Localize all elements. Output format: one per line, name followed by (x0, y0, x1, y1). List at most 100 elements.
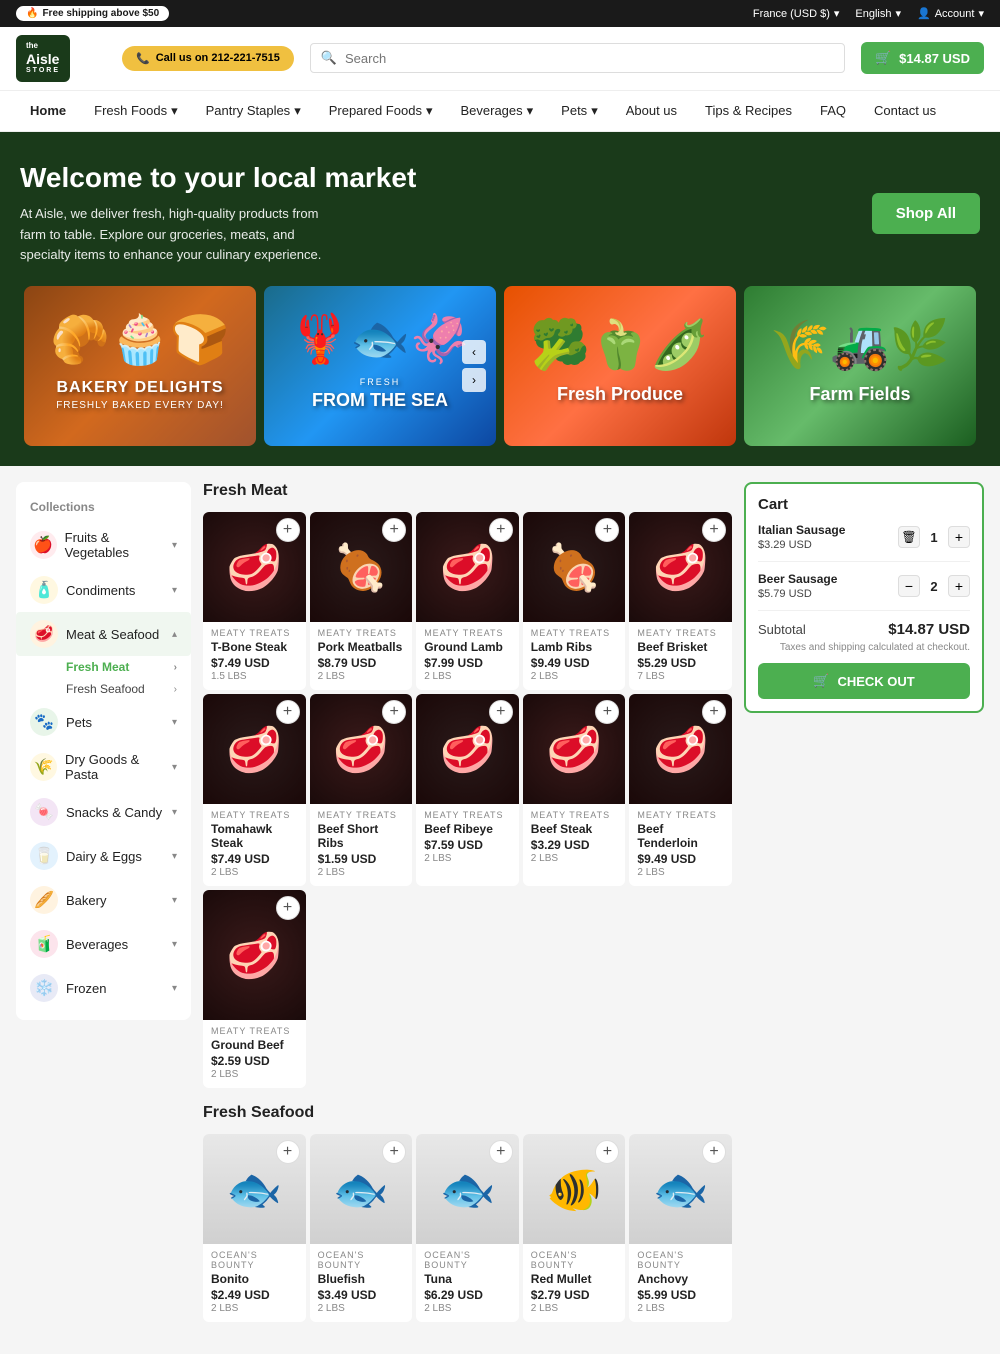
product-card-tomahawk-steak[interactable]: 🥩 + MEATY TREATS Tomahawk Steak $7.49 US… (203, 694, 306, 886)
banner-produce[interactable]: 🥦🫑🫛 Fresh Produce (504, 286, 736, 446)
product-card-ground-lamb[interactable]: 🥩 + MEATY TREATS Ground Lamb $7.99 USD 2… (416, 512, 519, 690)
sidebar-item-dairy-eggs[interactable]: 🥛 Dairy & Eggs ▾ (16, 834, 191, 878)
increase-italian-sausage-button[interactable]: + (948, 526, 970, 548)
banner-section: 🥐🧁🍞 BAKERY DELIGHTS FRESHLY BAKED EVERY … (0, 286, 1000, 466)
cart-qty-beer-sausage: − 2 + (898, 575, 970, 597)
fresh-meat-grid: 🥩 + MEATY TREATS T-Bone Steak $7.49 USD … (203, 512, 732, 1088)
product-card-beef-steak[interactable]: 🥩 + MEATY TREATS Beef Steak $3.29 USD 2 … (523, 694, 626, 886)
cart-item-beer-sausage: Beer Sausage $5.79 USD − 2 + (758, 572, 970, 611)
banner-bakery-title: BAKERY DELIGHTS FRESHLY BAKED EVERY DAY! (46, 368, 234, 422)
sidebar-item-bakery[interactable]: 🥖 Bakery ▾ (16, 878, 191, 922)
fresh-seafood-section: Fresh Seafood 🐟 + OCEAN'S BOUNTY Bonito … (203, 1104, 732, 1322)
sidebar-item-dry-goods[interactable]: 🌾 Dry Goods & Pasta ▾ (16, 744, 191, 790)
hero-description: At Aisle, we deliver fresh, high-quality… (20, 204, 340, 266)
user-icon: 👤 (917, 7, 931, 20)
nav-item-prepared-foods[interactable]: Prepared Foods ▾ (315, 91, 447, 131)
banner-prev-button[interactable]: ‹ (462, 340, 486, 364)
language-selector[interactable]: English ▾ (855, 7, 901, 20)
product-card-tuna[interactable]: 🐟 + OCEAN'S BOUNTY Tuna $6.29 USD 2 LBS (416, 1134, 519, 1322)
banner-sea[interactable]: 🦞🐟🦑 FRESH FROM THE SEA ‹ › (264, 286, 496, 446)
main-nav: Home Fresh Foods ▾ Pantry Staples ▾ Prep… (0, 91, 1000, 132)
sidebar-item-pets[interactable]: 🐾 Pets ▾ (16, 700, 191, 744)
sidebar-item-fruits-vegetables[interactable]: 🍎 Fruits & Vegetables ▾ (16, 522, 191, 568)
add-ground-beef-button[interactable]: + (276, 896, 300, 920)
product-card-tbone-steak[interactable]: 🥩 + MEATY TREATS T-Bone Steak $7.49 USD … (203, 512, 306, 690)
product-card-beef-short-ribs[interactable]: 🥩 + MEATY TREATS Beef Short Ribs $1.59 U… (310, 694, 413, 886)
nav-item-pantry-staples[interactable]: Pantry Staples ▾ (192, 91, 315, 131)
product-card-ground-beef[interactable]: 🥩 + MEATY TREATS Ground Beef $2.59 USD 2… (203, 890, 306, 1088)
nav-item-faq[interactable]: FAQ (806, 91, 860, 131)
nav-item-fresh-foods[interactable]: Fresh Foods ▾ (80, 91, 192, 131)
add-bluefish-button[interactable]: + (382, 1140, 406, 1164)
sidebar-item-meat-seafood[interactable]: 🥩 Meat & Seafood ▴ (16, 612, 191, 656)
product-card-beef-ribeye[interactable]: 🥩 + MEATY TREATS Beef Ribeye $7.59 USD 2… (416, 694, 519, 886)
nav-item-tips[interactable]: Tips & Recipes (691, 91, 806, 131)
free-shipping-badge: 🔥 Free shipping above $50 (16, 6, 169, 21)
sidebar-item-snacks-candy[interactable]: 🍬 Snacks & Candy ▾ (16, 790, 191, 834)
nav-item-contact[interactable]: Contact us (860, 91, 950, 131)
search-input[interactable] (345, 51, 834, 66)
pantry-staples-chevron-icon: ▾ (294, 103, 301, 119)
add-beef-short-ribs-button[interactable]: + (382, 700, 406, 724)
product-card-red-mullet[interactable]: 🐠 + OCEAN'S BOUNTY Red Mullet $2.79 USD … (523, 1134, 626, 1322)
meat-seafood-chevron-icon: ▴ (172, 629, 177, 640)
fresh-meat-section: Fresh Meat 🥩 + MEATY TREATS T-Bone Steak… (203, 482, 732, 1088)
sidebar-subitem-fresh-meat[interactable]: Fresh Meat › (16, 656, 191, 678)
add-anchovy-button[interactable]: + (702, 1140, 726, 1164)
product-card-beef-brisket[interactable]: 🥩 + MEATY TREATS Beef Brisket $5.29 USD … (629, 512, 732, 690)
remove-italian-sausage-button[interactable]: 🗑 (898, 526, 920, 548)
add-tbone-steak-button[interactable]: + (276, 518, 300, 542)
product-card-bonito[interactable]: 🐟 + OCEAN'S BOUNTY Bonito $2.49 USD 2 LB… (203, 1134, 306, 1322)
add-beef-brisket-button[interactable]: + (702, 518, 726, 542)
increase-beer-sausage-button[interactable]: + (948, 575, 970, 597)
add-pork-meatballs-button[interactable]: + (382, 518, 406, 542)
snacks-candy-chevron-icon: ▾ (172, 807, 177, 818)
account-selector[interactable]: 👤 Account ▾ (917, 7, 984, 20)
banner-bakery[interactable]: 🥐🧁🍞 BAKERY DELIGHTS FRESHLY BAKED EVERY … (24, 286, 256, 446)
nav-item-pets[interactable]: Pets ▾ (547, 91, 612, 131)
fresh-seafood-arrow-icon: › (174, 684, 177, 695)
dairy-eggs-chevron-icon: ▾ (172, 851, 177, 862)
add-beef-steak-button[interactable]: + (595, 700, 619, 724)
region-selector[interactable]: France (USD $) ▾ (753, 7, 840, 20)
nav-item-home[interactable]: Home (16, 91, 80, 131)
product-card-pork-meatballs[interactable]: 🍖 + MEATY TREATS Pork Meatballs $8.79 US… (310, 512, 413, 690)
condiments-chevron-icon: ▾ (172, 585, 177, 596)
banner-next-button[interactable]: › (462, 368, 486, 392)
logo[interactable]: the Aisle STORE (16, 35, 106, 82)
add-ground-lamb-button[interactable]: + (489, 518, 513, 542)
beverages-chevron-icon: ▾ (527, 103, 534, 119)
product-card-beef-tenderloin[interactable]: 🥩 + MEATY TREATS Beef Tenderloin $9.49 U… (629, 694, 732, 886)
checkout-button[interactable]: 🛒 CHECK OUT (758, 663, 970, 699)
product-card-bluefish[interactable]: 🐟 + OCEAN'S BOUNTY Bluefish $3.49 USD 2 … (310, 1134, 413, 1322)
decrease-beer-sausage-button[interactable]: − (898, 575, 920, 597)
fresh-meat-title: Fresh Meat (203, 482, 732, 500)
add-bonito-button[interactable]: + (276, 1140, 300, 1164)
product-card-lamb-ribs[interactable]: 🍖 + MEATY TREATS Lamb Ribs $9.49 USD 2 L… (523, 512, 626, 690)
add-beef-tenderloin-button[interactable]: + (702, 700, 726, 724)
add-tomahawk-steak-button[interactable]: + (276, 700, 300, 724)
sidebar-item-condiments[interactable]: 🧴 Condiments ▾ (16, 568, 191, 612)
nav-item-about[interactable]: About us (612, 91, 691, 131)
sidebar: Collections 🍎 Fruits & Vegetables ▾ 🧴 Co… (16, 482, 191, 1020)
add-beef-ribeye-button[interactable]: + (489, 700, 513, 724)
bakery-chevron-icon: ▾ (172, 895, 177, 906)
cart-button[interactable]: 🛒 $14.87 USD (861, 42, 984, 74)
hero-title: Welcome to your local market (20, 162, 416, 194)
product-card-anchovy[interactable]: 🐟 + OCEAN'S BOUNTY Anchovy $5.99 USD 2 L… (629, 1134, 732, 1322)
phone-button[interactable]: 📞 Call us on 212-221-7515 (122, 46, 294, 71)
cart-panel: Cart Italian Sausage $3.29 USD 🗑 1 + Bee… (744, 482, 984, 1338)
add-lamb-ribs-button[interactable]: + (595, 518, 619, 542)
add-red-mullet-button[interactable]: + (595, 1140, 619, 1164)
banner-farm[interactable]: 🌾🚜🌿 Farm Fields (744, 286, 976, 446)
sidebar-subitem-fresh-seafood[interactable]: Fresh Seafood › (16, 678, 191, 700)
language-chevron-icon: ▾ (895, 7, 901, 20)
add-tuna-button[interactable]: + (489, 1140, 513, 1164)
sidebar-item-beverages[interactable]: 🧃 Beverages ▾ (16, 922, 191, 966)
nav-item-beverages[interactable]: Beverages ▾ (446, 91, 547, 131)
sidebar-item-frozen[interactable]: ❄️ Frozen ▾ (16, 966, 191, 1010)
region-chevron-icon: ▾ (834, 7, 840, 20)
banner-farm-title: Farm Fields (770, 373, 949, 416)
fresh-meat-arrow-icon: › (174, 662, 177, 673)
shop-all-button[interactable]: Shop All (872, 193, 980, 234)
